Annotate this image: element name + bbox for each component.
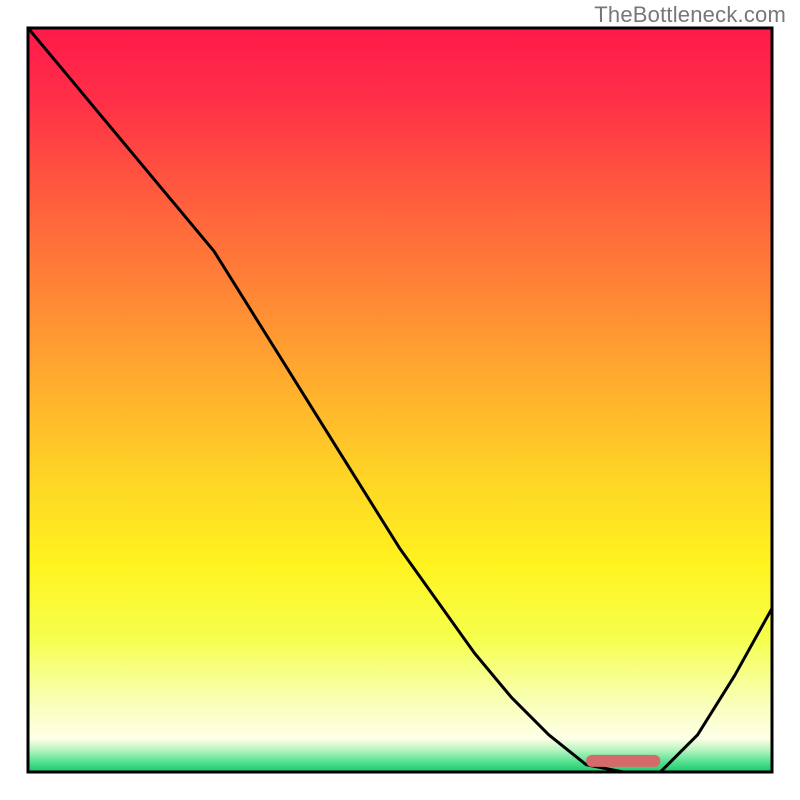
optimum-marker bbox=[586, 755, 660, 767]
bottleneck-chart bbox=[0, 0, 800, 800]
watermark-text: TheBottleneck.com bbox=[594, 2, 786, 28]
plot-background bbox=[28, 28, 772, 772]
